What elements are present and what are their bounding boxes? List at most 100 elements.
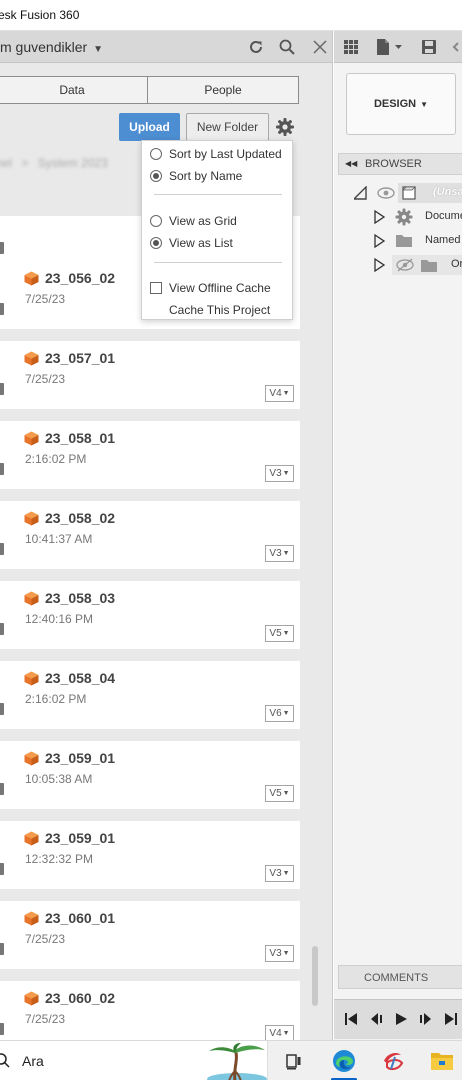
settings-gear-icon[interactable] — [275, 117, 295, 137]
tab-data[interactable]: Data — [0, 77, 147, 103]
design-cube-icon — [24, 511, 39, 526]
file-card[interactable]: 23_058_01 2:16:02 PM V3 ▼ — [0, 421, 300, 489]
menu-divider — [154, 262, 282, 263]
refresh-icon[interactable] — [246, 37, 266, 57]
file-card[interactable]: 23_060_01 7/25/23 V3 ▼ — [0, 901, 300, 969]
fusion-app-icon[interactable] — [381, 1049, 405, 1073]
version-badge[interactable]: V5 ▼ — [265, 785, 294, 802]
chevron-down-icon: ▼ — [282, 470, 290, 477]
version-badge[interactable]: V6 ▼ — [265, 705, 294, 722]
file-card[interactable]: 23_060_02 7/25/23 V4 ▼ — [0, 981, 300, 1040]
file-name: 23_060_02 — [45, 990, 116, 1006]
file-explorer-icon[interactable] — [430, 1049, 454, 1073]
version-badge[interactable]: V4 ▼ — [265, 385, 294, 402]
menu-item-view-as-grid[interactable]: View as Grid — [142, 211, 292, 231]
file-name: 23_059_01 — [45, 830, 116, 846]
version-badge[interactable]: V3 ▼ — [265, 545, 294, 562]
menu-divider — [154, 194, 282, 195]
radio-selected-icon[interactable] — [150, 170, 162, 182]
app-grid-icon[interactable] — [340, 37, 362, 57]
version-badge[interactable]: V3 ▼ — [265, 945, 294, 962]
menu-item-sort-by-name[interactable]: Sort by Name — [142, 166, 292, 186]
file-card[interactable]: 23_058_03 12:40:16 PM V5 ▼ — [0, 581, 300, 649]
menu-item-view-as-list[interactable]: View as List — [142, 233, 292, 253]
project-selector[interactable]: m guvendikler ▼ — [0, 39, 103, 55]
version-label: V6 — [269, 708, 282, 719]
project-name: m guvendikler — [0, 39, 88, 55]
new-folder-button[interactable]: New Folder — [186, 113, 269, 141]
task-view-icon[interactable] — [282, 1049, 306, 1073]
menu-item-sort-last-updated[interactable]: Sort by Last Updated — [142, 144, 292, 164]
file-name: 23_058_01 — [45, 430, 116, 446]
file-card[interactable]: 23_058_04 2:16:02 PM V6 ▼ — [0, 661, 300, 729]
workspace-switcher[interactable]: DESIGN ▼ — [346, 73, 456, 135]
design-toolbar — [334, 31, 462, 63]
design-cube-icon — [24, 351, 39, 366]
browser-item-label: Docume — [425, 210, 462, 222]
comments-header[interactable]: COMMENTS — [338, 965, 462, 989]
taskbar-search-box[interactable]: Ara — [0, 1041, 268, 1080]
file-card[interactable]: 23_058_02 10:41:37 AM V3 ▼ — [0, 501, 300, 569]
browser-item-named-views[interactable]: Named — [374, 231, 462, 251]
version-badge[interactable]: V3 ▼ — [265, 465, 294, 482]
file-name: 23_058_03 — [45, 590, 116, 606]
file-name: 23_058_02 — [45, 510, 116, 526]
undo-icon[interactable] — [448, 37, 462, 57]
expand-triangle-icon — [374, 258, 386, 272]
edge-icon[interactable] — [332, 1049, 356, 1073]
design-cube-icon — [24, 751, 39, 766]
breadcrumb-parent[interactable]: nel — [0, 156, 12, 170]
collapse-left-icon[interactable]: ◀◀ — [345, 159, 357, 168]
file-menu-icon[interactable] — [373, 37, 405, 57]
menu-item-cache-this-project[interactable]: Cache This Project — [142, 300, 292, 320]
file-date: 10:05:38 AM — [25, 772, 93, 786]
design-cube-icon — [24, 431, 39, 446]
browser-item-label: Named — [425, 234, 461, 246]
go-to-start-icon[interactable] — [342, 1010, 360, 1028]
expand-triangle-icon — [354, 186, 367, 200]
file-card[interactable]: 23_057_01 7/25/23 V4 ▼ — [0, 341, 300, 409]
scrollbar-thumb[interactable] — [312, 946, 318, 1006]
version-badge[interactable]: V4 ▼ — [265, 1025, 294, 1040]
design-cube-icon — [24, 591, 39, 606]
breadcrumb-current[interactable]: System 2023 — [38, 156, 108, 170]
file-card[interactable]: 23_059_01 12:32:32 PM V3 ▼ — [0, 821, 300, 889]
chevron-down-icon: ▼ — [282, 550, 290, 557]
file-thumbnail — [0, 242, 4, 254]
save-icon[interactable] — [418, 37, 440, 57]
version-label: V3 — [269, 468, 282, 479]
radio-icon[interactable] — [150, 148, 162, 160]
step-back-icon[interactable] — [367, 1010, 385, 1028]
close-icon[interactable] — [310, 37, 330, 57]
step-forward-icon[interactable] — [417, 1010, 435, 1028]
project-header: m guvendikler ▼ — [0, 31, 332, 63]
checkbox[interactable] — [150, 282, 162, 294]
file-card[interactable]: 23_059_01 10:05:38 AM V5 ▼ — [0, 741, 300, 809]
window-title: esk Fusion 360 — [0, 8, 80, 22]
browser-item-origin[interactable]: Or — [374, 255, 462, 275]
file-date: 2:16:02 PM — [25, 692, 87, 706]
search-icon[interactable] — [277, 37, 297, 57]
file-name: 23_059_01 — [45, 750, 116, 766]
version-badge[interactable]: V3 ▼ — [265, 865, 294, 882]
browser-item-document-settings[interactable]: Docume — [374, 207, 462, 227]
radio-icon[interactable] — [150, 215, 162, 227]
menu-item-view-offline-cache[interactable]: View Offline Cache — [142, 278, 292, 298]
upload-button[interactable]: Upload — [119, 113, 180, 141]
version-label: V3 — [269, 868, 282, 879]
file-date: 7/25/23 — [25, 372, 66, 386]
go-to-end-icon[interactable] — [442, 1010, 460, 1028]
version-label: V5 — [269, 628, 282, 639]
version-badge[interactable]: V5 ▼ — [265, 625, 294, 642]
browser-root-row[interactable]: (Unsa — [354, 183, 462, 203]
tab-people[interactable]: People — [147, 77, 298, 103]
file-date: 2:16:02 PM — [25, 452, 87, 466]
file-date: 7/25/23 — [25, 932, 66, 946]
play-icon[interactable] — [392, 1010, 410, 1028]
file-date: 10:41:37 AM — [25, 532, 93, 546]
radio-selected-icon[interactable] — [150, 237, 162, 249]
browser-header[interactable]: ◀◀ BROWSER — [338, 153, 462, 175]
file-thumbnail — [0, 783, 4, 795]
breadcrumb[interactable]: nel > System 2023 — [0, 156, 108, 170]
browser-item-label: Or — [451, 258, 462, 270]
